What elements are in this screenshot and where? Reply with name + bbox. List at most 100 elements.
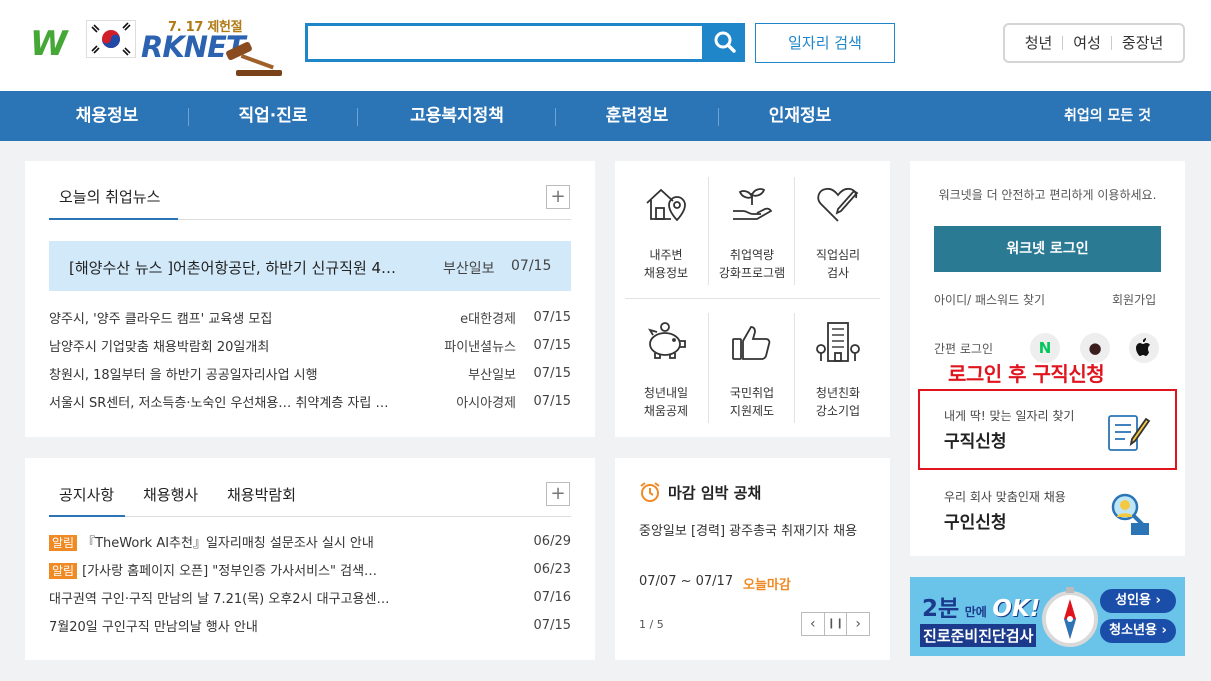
notice-title: 7월20일 구인구직 만남의날 행사 안내 <box>49 619 258 635</box>
nav-item-recruit[interactable]: 채용정보 <box>48 91 166 141</box>
list-item[interactable]: 알림 『TheWork AI추천』일자리매칭 설문조사 실시 안내 06/29 <box>49 527 571 555</box>
nav-item-talent[interactable]: 인재정보 <box>738 91 862 141</box>
deadline-pager-text: 1 / 5 <box>639 618 664 631</box>
tab-active-indicator <box>49 515 125 517</box>
list-item[interactable]: 서울시 SR센터, 저소득층·노숙인 우선채용… 취약계층 자립 … 아시아경제… <box>49 387 571 415</box>
tab-today-news[interactable]: 오늘의 취업뉴스 <box>59 186 160 207</box>
news-source: 부산일보 <box>468 367 516 383</box>
notice-date: 07/15 <box>533 617 571 633</box>
service-national-employment[interactable]: 국민취업 지원제도 <box>709 305 795 435</box>
deadline-job-item[interactable]: 중앙일보 [경력] 광주총국 취재기자 채용 <box>639 520 869 544</box>
list-item[interactable]: 남양주시 기업맞춤 채용박람회 20일개최 파이낸셜뉴스 07/15 <box>49 331 571 359</box>
nav-item-welfare[interactable]: 고용복지정책 <box>378 91 536 141</box>
join-link[interactable]: 회원가입 <box>1112 291 1156 308</box>
banner-small: 만에 <box>964 605 987 619</box>
thumbs-up-icon <box>732 326 771 360</box>
building-icon <box>816 322 860 362</box>
services-panel: 내주변 채용정보 취업역량 강화프로그램 직업심리 검사 청년내일 채움공제 국… <box>615 161 890 437</box>
nav-divider <box>718 108 719 126</box>
deadline-pager-controls: ‹ ❙❙ › <box>801 612 870 636</box>
news-source: e대한경제 <box>460 311 516 327</box>
notice-title: 대구권역 구인·구직 만남의 날 7.21(목) 오후2시 대구고용센… <box>49 591 390 607</box>
deadline-period: 07/07 ~ 07/17 <box>639 574 734 589</box>
hire-link[interactable]: 구인신청 <box>944 508 1007 533</box>
quick-link-youth[interactable]: 청년 <box>1015 36 1063 51</box>
tab-job-fairs[interactable]: 채용박람회 <box>227 484 296 505</box>
banner-big2: OK! <box>992 596 1041 622</box>
banner-youth-button[interactable]: 청소년용 › <box>1100 619 1176 643</box>
news-highlight-date: 07/15 <box>511 258 552 274</box>
service-label-line2: 강소기업 <box>815 404 861 418</box>
notice-date: 07/16 <box>533 589 571 605</box>
notice-more-button[interactable]: + <box>546 482 570 506</box>
service-label-line1: 청년내일 <box>643 386 689 400</box>
nav-all-about-jobs[interactable]: 취업의 모든 것 <box>1064 91 1151 141</box>
apple-login-icon[interactable] <box>1129 333 1159 363</box>
service-youth-friendly-company[interactable]: 청년친화 강소기업 <box>795 305 881 435</box>
news-more-button[interactable]: + <box>546 185 570 209</box>
service-label-line2: 지원제도 <box>729 404 775 418</box>
notice-badge: 알림 <box>49 562 78 579</box>
annotation-login-then-apply: 로그인 후 구직신청 <box>948 362 1105 386</box>
service-label-line2: 검사 <box>826 266 850 280</box>
login-intro: 워크넷을 더 안전하고 편리하게 이용하세요. <box>938 188 1157 202</box>
quick-link-middle-aged[interactable]: 중장년 <box>1110 36 1173 51</box>
notice-title: 『TheWork AI추천』일자리매칭 설문조사 실시 안내 <box>82 535 374 551</box>
worknet-logo[interactable]: 7. 17 제헌절 W RKNET <box>28 12 290 80</box>
compass-icon <box>1042 587 1098 647</box>
heart-pen-icon <box>817 187 859 222</box>
service-label-line1: 국민취업 <box>729 386 775 400</box>
login-button[interactable]: 워크넷 로그인 <box>934 226 1161 272</box>
banner-headline: 2분 만에 OK! <box>922 589 1040 623</box>
news-title: 서울시 SR센터, 저소득층·노숙인 우선채용… 취약계층 자립 … <box>49 395 389 411</box>
service-capacity-program[interactable]: 취업역량 강화프로그램 <box>709 167 795 297</box>
nav-item-career[interactable]: 직업·진로 <box>210 91 336 141</box>
list-item[interactable]: 창원시, 18일부터 을 하반기 공공일자리사업 시행 부산일보 07/15 <box>49 359 571 387</box>
next-arrow-icon[interactable]: › <box>847 613 869 635</box>
deadline-panel: 마감 임박 공채 중앙일보 [경력] 광주총국 취재기자 채용 07/07 ~ … <box>615 458 890 660</box>
find-id-password-link[interactable]: 아이디/ 패스워드 찾기 <box>934 291 1045 308</box>
service-label-line2: 강화프로그램 <box>718 266 786 280</box>
pause-icon[interactable]: ❙❙ <box>823 613 848 635</box>
piggy-bank-icon <box>648 322 686 359</box>
job-search-button[interactable]: 일자리 검색 <box>755 23 895 63</box>
news-title: 창원시, 18일부터 을 하반기 공공일자리사업 시행 <box>49 367 318 383</box>
service-label-line2: 채움공제 <box>643 404 689 418</box>
service-label-line1: 내주변 <box>649 248 683 262</box>
news-source: 파이낸셜뉴스 <box>444 339 516 355</box>
tab-notices[interactable]: 공지사항 <box>59 484 114 505</box>
service-label-line1: 청년친화 <box>815 386 861 400</box>
search-input[interactable] <box>305 23 705 62</box>
list-item[interactable]: 7월20일 구인구직 만남의날 행사 안내 07/15 <box>49 611 571 639</box>
banner-subtitle: 진로준비진단검사 <box>920 624 1037 647</box>
hand-sprout-icon <box>733 188 773 220</box>
deadline-job: [경력] 광주총국 취재기자 채용 <box>690 524 858 539</box>
deadline-title: 마감 임박 공채 <box>668 484 762 502</box>
banner-adult-button[interactable]: 성인용 › <box>1100 589 1176 613</box>
banner-big1: 2분 <box>922 596 960 622</box>
list-item[interactable]: 대구권역 구인·구직 만남의 날 7.21(목) 오후2시 대구고용센… 07/… <box>49 583 571 611</box>
nav-item-training[interactable]: 훈련정보 <box>575 91 699 141</box>
quick-link-women[interactable]: 여성 <box>1062 36 1111 51</box>
service-youth-savings[interactable]: 청년내일 채움공제 <box>623 305 709 435</box>
news-date: 07/15 <box>533 393 571 409</box>
header: 7. 17 제헌절 W RKNET 일자리 검색 청년 여성 중장년 <box>0 0 1211 91</box>
service-psych-test[interactable]: 직업심리 검사 <box>795 167 881 297</box>
service-label-line1: 취업역량 <box>729 248 775 262</box>
list-item[interactable]: 양주시, '양주 클라우드 캠프' 교육생 모집 e대한경제 07/15 <box>49 303 571 331</box>
news-panel: 오늘의 취업뉴스 + [해양수산 뉴스 ]어촌어항공단, 하반기 신규직원 4…… <box>25 161 595 437</box>
news-highlight-item[interactable]: [해양수산 뉴스 ]어촌어항공단, 하반기 신규직원 4… 부산일보 07/15 <box>49 241 571 291</box>
service-nearby-jobs[interactable]: 내주변 채용정보 <box>623 167 709 297</box>
tab-events[interactable]: 채용행사 <box>143 484 198 505</box>
deadline-company: 중앙일보 <box>639 524 687 539</box>
divider <box>625 298 880 299</box>
career-test-banner[interactable]: 2분 만에 OK! 진로준비진단검사 성인용 › 청소년용 › <box>910 577 1185 656</box>
news-date: 07/15 <box>533 337 571 353</box>
news-date: 07/15 <box>533 365 571 381</box>
list-item[interactable]: 알림 [가사랑 홈페이지 오픈] "정부인증 가사서비스" 검색… 06/23 <box>49 555 571 583</box>
service-label-line2: 채용정보 <box>643 266 689 280</box>
house-location-icon <box>646 188 686 222</box>
prev-arrow-icon[interactable]: ‹ <box>802 613 824 635</box>
gavel-icon <box>226 41 282 76</box>
search-button[interactable] <box>705 23 745 62</box>
